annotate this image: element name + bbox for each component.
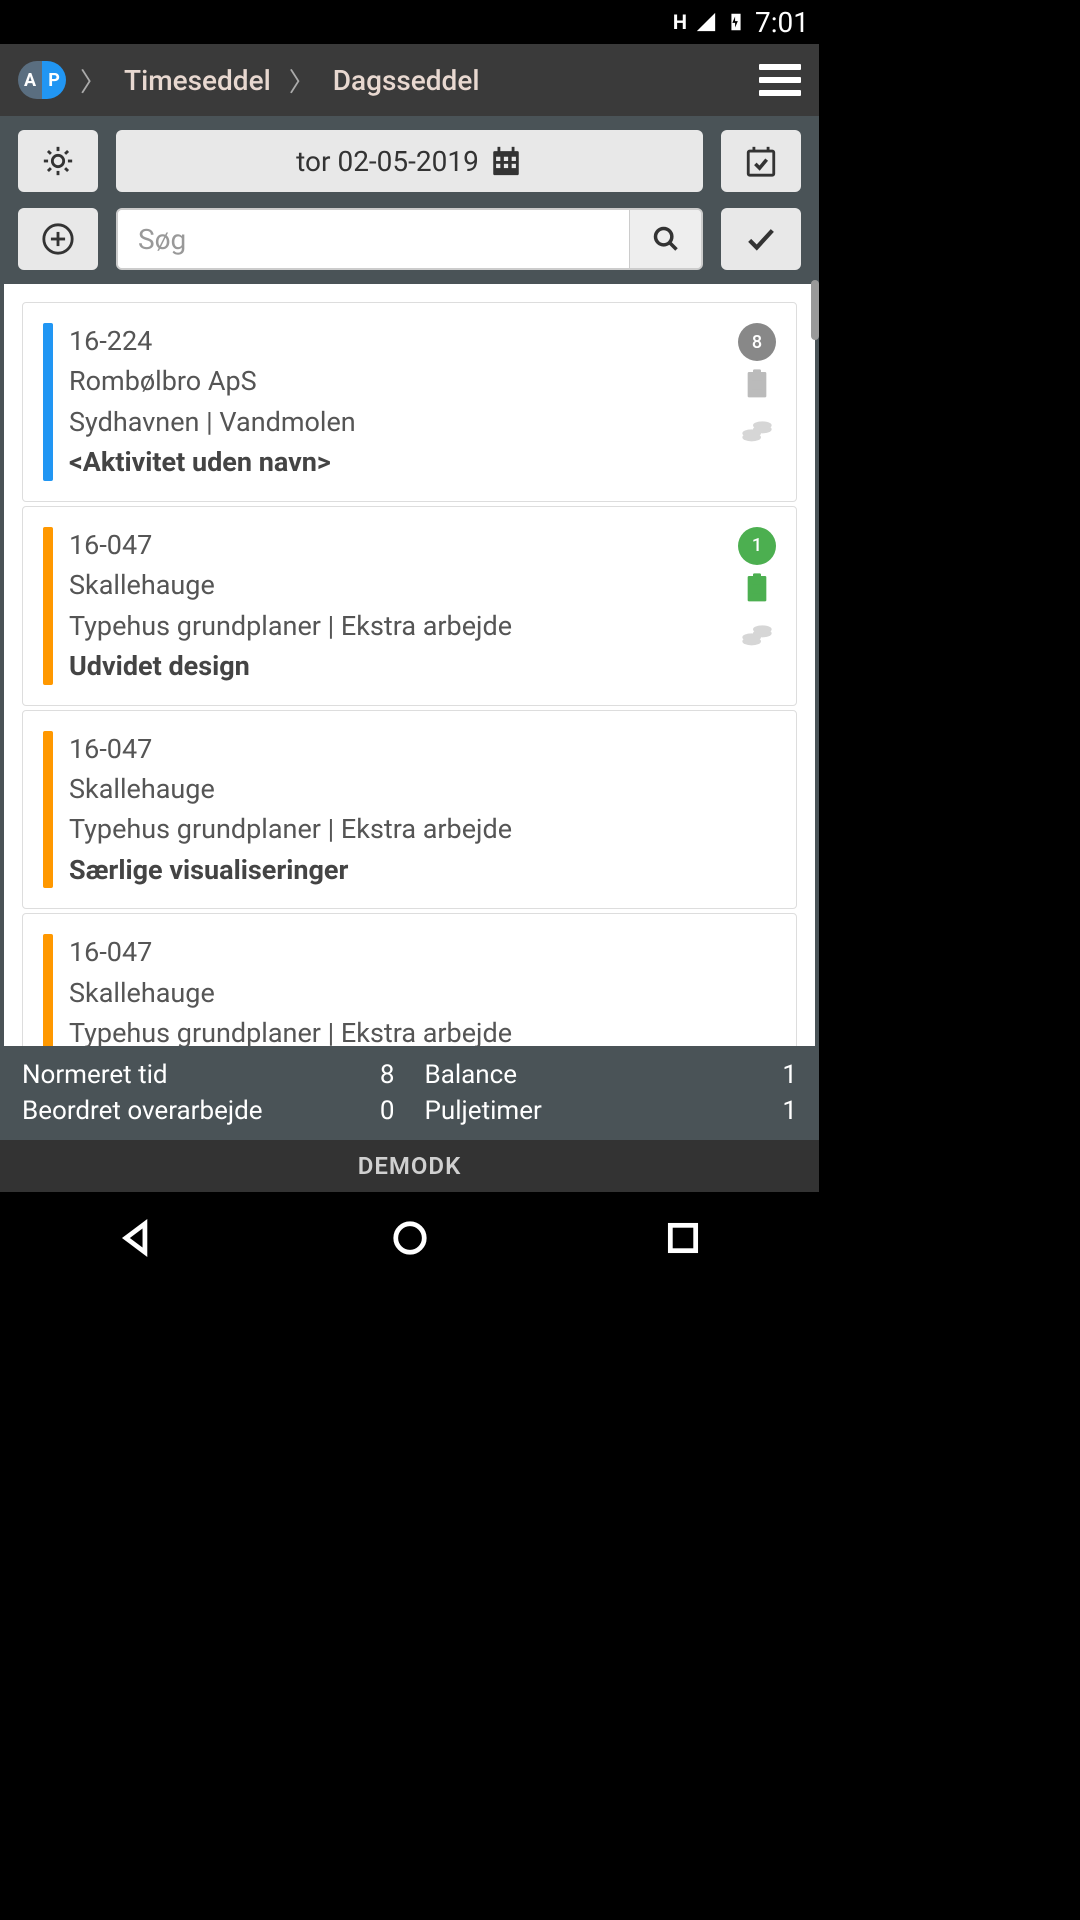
task-project: Sydhavnen | Vandmolen	[69, 404, 738, 440]
add-button[interactable]	[18, 208, 98, 270]
summary-value-balance: 1	[773, 1060, 797, 1090]
back-icon[interactable]	[118, 1219, 156, 1257]
task-card[interactable]: 16-047 Skallehauge Typehus grundplaner |…	[22, 710, 797, 910]
summary-bar: Normeret tid 8 Balance 1 Beordret overar…	[0, 1046, 819, 1140]
card-color-bar	[43, 527, 53, 685]
signal-icon	[695, 11, 717, 33]
search-input[interactable]	[118, 210, 629, 268]
task-activity: Særlige visualiseringer	[69, 852, 784, 888]
task-project: Typehus grundplaner | Ekstra arbejde	[69, 811, 784, 847]
breadcrumb-item-dagsseddel[interactable]: Dagsseddel	[333, 64, 480, 97]
card-color-bar	[43, 731, 53, 889]
home-icon[interactable]	[391, 1219, 429, 1257]
status-bar: H 7:01	[0, 0, 819, 44]
search-wrap	[116, 208, 703, 270]
card-list[interactable]: 16-224 Rombølbro ApS Sydhavnen | Vandmol…	[4, 284, 815, 1046]
clock-time: 7:01	[755, 6, 809, 39]
hours-badge: 1	[738, 527, 776, 565]
plus-circle-icon	[41, 222, 75, 256]
recent-icon[interactable]	[664, 1219, 702, 1257]
task-code: 16-047	[69, 731, 784, 767]
network-type-badge: H	[673, 10, 687, 34]
summary-label-puljetimer: Puljetimer	[425, 1096, 744, 1126]
breadcrumb-item-timeseddel[interactable]: Timeseddel	[124, 64, 271, 97]
coins-icon	[741, 615, 773, 653]
task-client: Skallehauge	[69, 975, 784, 1011]
task-card[interactable]: 16-224 Rombølbro ApS Sydhavnen | Vandmol…	[22, 302, 797, 502]
calendar-grid-icon	[489, 144, 523, 178]
hours-badge: 8	[738, 323, 776, 361]
check-icon	[744, 222, 778, 256]
task-card[interactable]: 16-047 Skallehauge Typehus grundplaner |…	[22, 913, 797, 1046]
summary-value-puljetimer: 1	[773, 1096, 797, 1126]
breadcrumb-sep-icon: 〉	[289, 62, 315, 99]
calendar-check-icon	[744, 144, 778, 178]
summary-label-balance: Balance	[425, 1060, 744, 1090]
scrollbar[interactable]	[811, 280, 819, 340]
battery-charging-icon	[725, 11, 747, 33]
app-header: AP 〉 Timeseddel 〉 Dagsseddel	[0, 44, 819, 116]
task-project: Typehus grundplaner | Ekstra arbejde	[69, 1015, 784, 1046]
search-icon	[652, 225, 680, 253]
card-color-bar	[43, 323, 53, 481]
task-activity: Udvidet design	[69, 648, 738, 684]
confirm-button[interactable]	[721, 208, 801, 270]
breadcrumb: 〉 Timeseddel 〉 Dagsseddel	[80, 62, 759, 99]
summary-label-normeret: Normeret tid	[22, 1060, 341, 1090]
toolbar: tor 02-05-2019	[0, 116, 819, 280]
coins-icon	[741, 411, 773, 449]
content-area: 16-224 Rombølbro ApS Sydhavnen | Vandmol…	[0, 280, 819, 1046]
search-button[interactable]	[629, 210, 701, 268]
task-code: 16-047	[69, 934, 784, 970]
date-display: tor 02-05-2019	[296, 145, 479, 178]
breadcrumb-sep-icon: 〉	[80, 62, 106, 99]
app-logo[interactable]: AP	[18, 61, 66, 99]
summary-value-overarbejde: 0	[371, 1096, 395, 1126]
task-client: Skallehauge	[69, 771, 784, 807]
task-code: 16-047	[69, 527, 738, 563]
clipboard-icon	[741, 367, 773, 405]
day-mode-button[interactable]	[18, 130, 98, 192]
sun-icon	[41, 144, 75, 178]
summary-label-overarbejde: Beordret overarbejde	[22, 1096, 341, 1126]
task-code: 16-224	[69, 323, 738, 359]
task-client: Rombølbro ApS	[69, 363, 738, 399]
clipboard-icon	[741, 571, 773, 609]
android-navbar	[0, 1192, 819, 1284]
calendar-check-button[interactable]	[721, 130, 801, 192]
task-project: Typehus grundplaner | Ekstra arbejde	[69, 608, 738, 644]
summary-value-normeret: 8	[371, 1060, 395, 1090]
date-picker-button[interactable]: tor 02-05-2019	[116, 130, 703, 192]
footer-banner: DEMODK	[0, 1140, 819, 1192]
menu-button[interactable]	[759, 64, 801, 96]
task-client: Skallehauge	[69, 567, 738, 603]
card-color-bar	[43, 934, 53, 1046]
task-card[interactable]: 16-047 Skallehauge Typehus grundplaner |…	[22, 506, 797, 706]
task-activity: <Aktivitet uden navn>	[69, 444, 738, 480]
